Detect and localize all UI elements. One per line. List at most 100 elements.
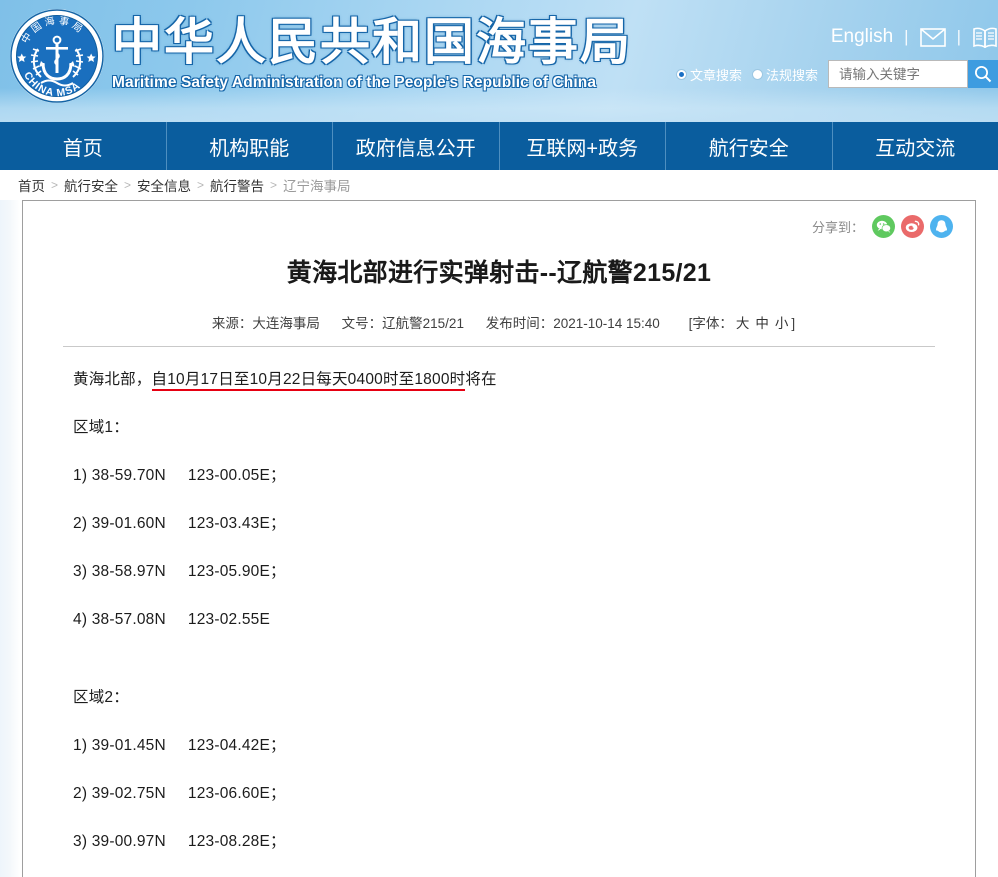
font-size-large[interactable]: 大	[736, 316, 750, 331]
share-label: 分享到：	[812, 217, 864, 236]
r1p0-lat: 38-59.70N	[92, 467, 166, 484]
radio-label-regulation: 法规搜索	[766, 65, 818, 84]
r1p2-lon: 123-05.90E	[188, 563, 270, 580]
breadcrumb-item-0[interactable]: 首页	[18, 175, 45, 195]
article-content: 黄海北部，自10月17日至10月22日每天0400时至1800时将在 区域1： …	[51, 347, 947, 877]
nav-item-5[interactable]: 互动交流	[833, 122, 998, 170]
r2p2-lat: 39-00.97N	[92, 833, 166, 850]
breadcrumb-separator-2: >	[197, 178, 204, 192]
intro-prefix: 黄海北部，	[73, 371, 152, 388]
paragraph-spacer	[73, 657, 941, 665]
region1-point-2: 3) 38-58.97N 123-05.90E；	[73, 561, 941, 583]
font-size-small[interactable]: 小	[775, 316, 789, 331]
nav-item-2[interactable]: 政府信息公开	[333, 122, 500, 170]
search-input-wrapper[interactable]	[828, 60, 968, 88]
r1p0-lon: 123-00.05E	[188, 467, 270, 484]
page-body-background: 分享到：	[0, 200, 998, 877]
site-logo-text: 中华人民共和国海事局 Maritime Safety Administratio…	[112, 12, 632, 92]
utility-separator-2: |	[957, 24, 961, 50]
r1p3-lon: 123-02.55E	[188, 611, 270, 628]
breadcrumb-separator-3: >	[270, 178, 277, 192]
search-input[interactable]	[837, 66, 959, 83]
meta-source-label: 来源：	[212, 316, 253, 331]
meta-publish-time: 发布时间：2021-10-14 15:40	[486, 316, 660, 331]
r1p2-end: ；	[270, 563, 286, 580]
radio-dot-regulation[interactable]	[752, 69, 763, 80]
nav-item-4[interactable]: 航行安全	[666, 122, 833, 170]
r2p1-lat: 39-02.75N	[92, 785, 166, 802]
region2-point-1: 2) 39-02.75N 123-06.60E；	[73, 783, 941, 805]
radio-option-article-search[interactable]: 文章搜索	[676, 65, 742, 84]
meta-time-value: 2021-10-14 15:40	[553, 316, 660, 331]
region1-point-1: 2) 39-01.60N 123-03.43E；	[73, 513, 941, 535]
nav-item-3[interactable]: 互联网+政务	[500, 122, 667, 170]
paragraph-intro: 黄海北部，自10月17日至10月22日每天0400时至1800时将在	[73, 369, 941, 391]
article-panel: 分享到：	[22, 200, 976, 877]
breadcrumb-item-4: 辽宁海事局	[283, 175, 351, 195]
header-utility-bar: English | |	[820, 24, 998, 50]
r1p2-index: 3)	[73, 563, 87, 580]
site-title-en: Maritime Safety Administration of the Pe…	[112, 74, 632, 92]
meta-time-label: 发布时间：	[486, 316, 554, 331]
search-submit-button[interactable]	[968, 60, 998, 88]
r1p1-lon: 123-03.43E	[188, 515, 270, 532]
font-size-medium[interactable]: 中	[755, 316, 769, 331]
intro-highlighted-timeframe: 自10月17日至10月22日每天0400时至1800时	[152, 371, 466, 391]
intro-suffix: 将在	[465, 371, 496, 388]
meta-docno: 文号：辽航警215/21	[342, 316, 464, 331]
china-msa-emblem-logo[interactable]: 中 国 海 事 局 CHINA MSA	[8, 7, 106, 105]
r2p0-lat: 39-01.45N	[92, 737, 166, 754]
radio-option-regulation-search[interactable]: 法规搜索	[752, 65, 818, 84]
font-size-prefix: [字体：	[689, 316, 733, 331]
r1p3-index: 4)	[73, 611, 87, 628]
r1p0-index: 1)	[73, 467, 87, 484]
utility-separator-1: |	[904, 24, 908, 50]
r2p1-end: ；	[270, 785, 286, 802]
nav-item-1[interactable]: 机构职能	[167, 122, 334, 170]
r1p3-lat: 38-57.08N	[92, 611, 166, 628]
site-title-cn: 中华人民共和国海事局	[112, 12, 632, 72]
meta-docno-label: 文号：	[342, 316, 383, 331]
r1p1-index: 2)	[73, 515, 87, 532]
wechat-share-icon[interactable]	[872, 215, 895, 238]
breadcrumb-separator-1: >	[124, 178, 131, 192]
r2p0-index: 1)	[73, 737, 87, 754]
meta-source: 来源：大连海事局	[212, 316, 320, 331]
breadcrumb-separator-0: >	[51, 178, 58, 192]
nav-item-0[interactable]: 首页	[0, 122, 167, 170]
meta-source-value: 大连海事局	[252, 316, 320, 331]
main-navigation: 首页 机构职能 政府信息公开 互联网+政务 航行安全 互动交流	[0, 122, 998, 170]
breadcrumb-item-3[interactable]: 航行警告	[210, 175, 264, 195]
r1p1-end: ；	[270, 515, 286, 532]
r2p0-end: ；	[270, 737, 286, 754]
radio-dot-article[interactable]	[676, 69, 687, 80]
share-bar: 分享到：	[812, 215, 953, 238]
r2p2-index: 3)	[73, 833, 87, 850]
r2p1-index: 2)	[73, 785, 87, 802]
meta-docno-value: 辽航警215/21	[382, 316, 464, 331]
radio-label-article: 文章搜索	[690, 65, 742, 84]
english-language-link[interactable]: English	[820, 24, 904, 50]
region1-point-0: 1) 38-59.70N 123-00.05E；	[73, 465, 941, 487]
envelope-icon[interactable]	[909, 28, 957, 47]
r1p2-lat: 38-58.97N	[92, 563, 166, 580]
breadcrumb-item-2[interactable]: 安全信息	[137, 175, 191, 195]
font-size-suffix: ]	[791, 316, 795, 331]
region2-label: 区域2：	[73, 687, 941, 709]
region1-label: 区域1：	[73, 417, 941, 439]
r2p1-lon: 123-06.60E	[188, 785, 270, 802]
site-header: 中 国 海 事 局 CHINA MSA	[0, 0, 998, 122]
header-search-area: 文章搜索 法规搜索	[676, 60, 998, 88]
qq-share-icon[interactable]	[930, 215, 953, 238]
r2p2-end: ；	[270, 833, 286, 850]
breadcrumb-item-1[interactable]: 航行安全	[64, 175, 118, 195]
r1p0-end: ；	[270, 467, 286, 484]
search-icon	[974, 65, 992, 83]
r2p2-lon: 123-08.28E	[188, 833, 270, 850]
article-meta: 来源：大连海事局 文号：辽航警215/21 发布时间：2021-10-14 15…	[51, 312, 947, 332]
book-icon[interactable]	[961, 27, 998, 48]
weibo-share-icon[interactable]	[901, 215, 924, 238]
r1p1-lat: 39-01.60N	[92, 515, 166, 532]
region2-point-2: 3) 39-00.97N 123-08.28E；	[73, 831, 941, 853]
font-size-selector: [字体：大中小]	[689, 316, 796, 331]
